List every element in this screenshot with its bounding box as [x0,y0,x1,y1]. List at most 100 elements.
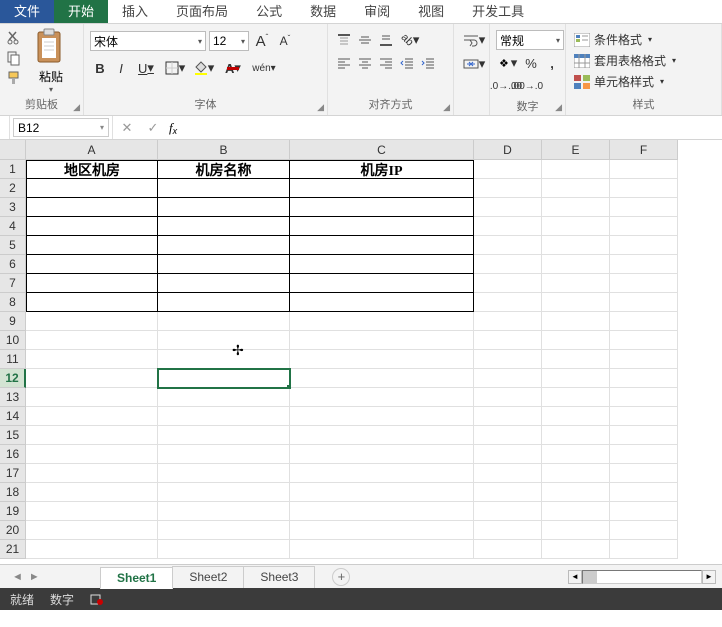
decrease-indent-button[interactable] [397,53,417,73]
sheet-tab-sheet2[interactable]: Sheet2 [172,566,244,588]
dialog-launcher-icon[interactable]: ◢ [555,102,562,113]
font-size-combo[interactable]: 12▾ [209,31,249,51]
cell-F20[interactable] [610,521,678,540]
cell-C6[interactable] [290,255,474,274]
format-painter-icon[interactable] [6,70,22,86]
cell-C12[interactable] [290,369,474,388]
cell-C4[interactable] [290,217,474,236]
format-as-table-button[interactable]: 套用表格格式▾ [572,50,678,71]
tab-developer[interactable]: 开发工具 [458,0,538,23]
cell-A11[interactable] [26,350,158,369]
cell-B10[interactable] [158,331,290,350]
merge-center-button[interactable]: ▾ [460,54,488,74]
cell-A18[interactable] [26,483,158,502]
cell-B8[interactable] [158,293,290,312]
cell-A2[interactable] [26,179,158,198]
cell-D8[interactable] [474,293,542,312]
add-sheet-button[interactable]: + [332,568,350,586]
macro-record-icon[interactable] [90,592,104,606]
cell-A1[interactable]: 地区机房 [26,160,158,179]
row-header-18[interactable]: 18 [0,483,26,502]
cell-E18[interactable] [542,483,610,502]
row-header-20[interactable]: 20 [0,521,26,540]
row-header-21[interactable]: 21 [0,540,26,559]
column-header-E[interactable]: E [542,140,610,160]
cell-B15[interactable] [158,426,290,445]
cell-E13[interactable] [542,388,610,407]
row-header-2[interactable]: 2 [0,179,26,198]
cell-A16[interactable] [26,445,158,464]
cell-F15[interactable] [610,426,678,445]
row-header-7[interactable]: 7 [0,274,26,293]
cell-C19[interactable] [290,502,474,521]
fx-icon[interactable]: fx [169,120,177,136]
row-header-3[interactable]: 3 [0,198,26,217]
cell-C21[interactable] [290,540,474,559]
cell-A19[interactable] [26,502,158,521]
tab-review[interactable]: 审阅 [350,0,404,23]
cell-A10[interactable] [26,331,158,350]
cell-E5[interactable] [542,236,610,255]
cell-E19[interactable] [542,502,610,521]
cell-E2[interactable] [542,179,610,198]
cell-C1[interactable]: 机房IP [290,160,474,179]
cell-E16[interactable] [542,445,610,464]
cell-B19[interactable] [158,502,290,521]
cell-A15[interactable] [26,426,158,445]
cell-A3[interactable] [26,198,158,217]
cell-A21[interactable] [26,540,158,559]
phonetic-button[interactable]: wén▾ [248,58,280,78]
cell-E20[interactable] [542,521,610,540]
cell-C11[interactable] [290,350,474,369]
copy-icon[interactable] [6,50,22,66]
cell-C16[interactable] [290,445,474,464]
number-format-combo[interactable]: 常规▾ [496,30,564,50]
decrease-decimal-button[interactable]: .00→.0 [517,76,537,96]
tab-formulas[interactable]: 公式 [242,0,296,23]
cell-D20[interactable] [474,521,542,540]
comma-button[interactable]: , [542,53,562,73]
row-header-14[interactable]: 14 [0,407,26,426]
cell-F18[interactable] [610,483,678,502]
cell-C13[interactable] [290,388,474,407]
cell-F12[interactable] [610,369,678,388]
column-header-F[interactable]: F [610,140,678,160]
cell-C14[interactable] [290,407,474,426]
cell-B9[interactable] [158,312,290,331]
align-right-button[interactable] [376,53,396,73]
cell-A7[interactable] [26,274,158,293]
cell-B12[interactable] [158,369,290,388]
cell-A13[interactable] [26,388,158,407]
cell-F17[interactable] [610,464,678,483]
cell-B17[interactable] [158,464,290,483]
cell-B18[interactable] [158,483,290,502]
cell-D11[interactable] [474,350,542,369]
horizontal-scrollbar[interactable] [582,570,702,584]
cell-B6[interactable] [158,255,290,274]
cell-F11[interactable] [610,350,678,369]
cell-A9[interactable] [26,312,158,331]
cell-C20[interactable] [290,521,474,540]
cell-F7[interactable] [610,274,678,293]
cell-F16[interactable] [610,445,678,464]
cell-F5[interactable] [610,236,678,255]
cell-D9[interactable] [474,312,542,331]
cell-B1[interactable]: 机房名称 [158,160,290,179]
cell-F19[interactable] [610,502,678,521]
cell-D7[interactable] [474,274,542,293]
cell-C18[interactable] [290,483,474,502]
cell-D6[interactable] [474,255,542,274]
tab-home[interactable]: 开始 [54,0,108,23]
row-header-13[interactable]: 13 [0,388,26,407]
cell-A12[interactable] [26,369,158,388]
scroll-left-button[interactable]: ◄ [568,570,582,584]
cell-E15[interactable] [542,426,610,445]
cell-D10[interactable] [474,331,542,350]
cell-C2[interactable] [290,179,474,198]
row-header-5[interactable]: 5 [0,236,26,255]
cell-B2[interactable] [158,179,290,198]
cell-F4[interactable] [610,217,678,236]
cell-F10[interactable] [610,331,678,350]
cell-D18[interactable] [474,483,542,502]
shrink-font-button[interactable]: Aˇ [275,31,295,51]
